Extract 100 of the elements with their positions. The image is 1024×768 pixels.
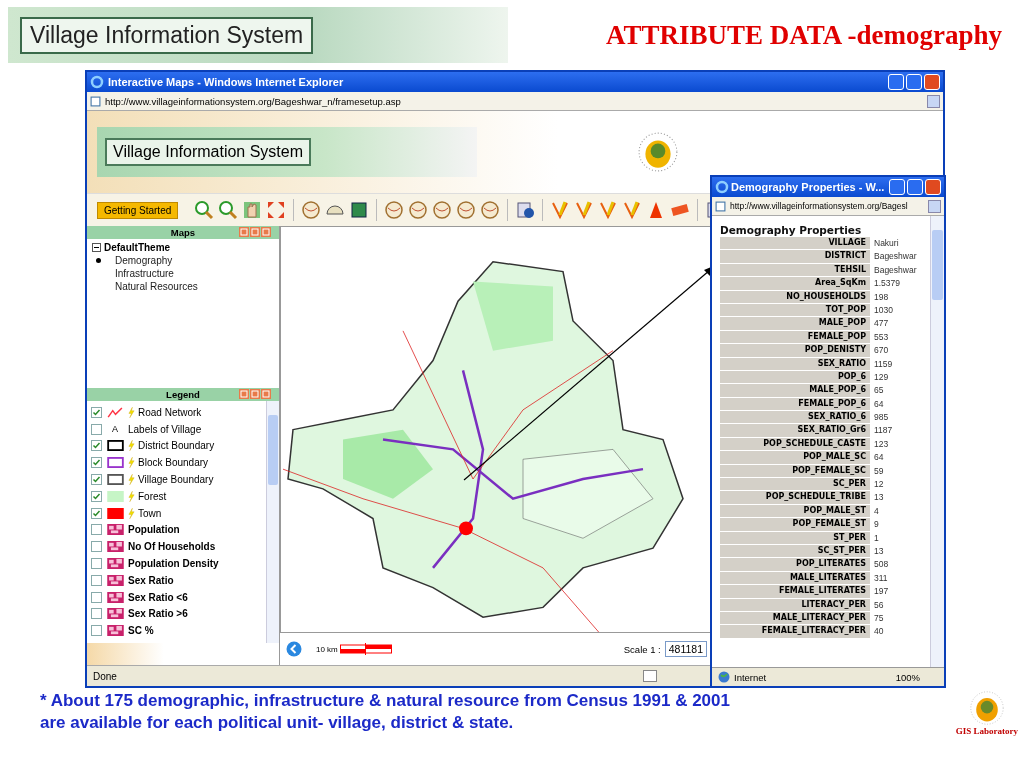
property-value: 1.5379 <box>870 277 920 290</box>
road-line-icon <box>106 406 124 418</box>
property-value: 13 <box>870 491 920 504</box>
outline-swatch-icon <box>106 457 124 469</box>
dropdown-button[interactable] <box>928 199 941 213</box>
zoom-in-icon[interactable] <box>218 200 239 220</box>
close-button[interactable] <box>925 179 941 195</box>
globe-icon[interactable] <box>456 200 477 220</box>
banner-title: Village Information System <box>20 16 314 54</box>
checkbox[interactable] <box>91 507 102 519</box>
scale-text: Scale 1 : <box>623 643 661 655</box>
legend-label: No Of Households <box>128 541 216 553</box>
property-name: POP_DENISTY <box>803 344 867 357</box>
theme-map-icon <box>106 524 124 536</box>
property-name: POP_LITERATES <box>795 558 867 571</box>
maximize-button[interactable] <box>907 179 923 195</box>
scale-bar-icon <box>339 643 392 655</box>
theme-map-icon <box>106 541 124 553</box>
checkbox[interactable] <box>91 591 102 603</box>
dropdown-button[interactable] <box>927 94 940 108</box>
checkbox[interactable] <box>91 574 102 586</box>
hand-icon[interactable] <box>242 200 263 220</box>
properties-heading: Demography Properties <box>720 224 863 236</box>
tree-item[interactable]: DefaultTheme <box>104 242 171 253</box>
tree-item[interactable]: Demography <box>115 255 173 266</box>
property-name: MALE_POP <box>817 317 867 330</box>
legend-label: SC % <box>128 625 154 637</box>
panel-title: Maps <box>170 227 196 238</box>
checkbox[interactable] <box>91 423 102 435</box>
legend-label: Labels of Village <box>128 423 202 435</box>
property-value: 65 <box>870 384 920 397</box>
getting-started-button[interactable]: Getting Started <box>97 201 179 219</box>
collapse-icon[interactable] <box>92 243 101 252</box>
property-name: DISTRICT <box>823 250 867 263</box>
property-name: FEMALE_LITERATES <box>777 585 867 598</box>
legend-label: Road Network <box>138 406 202 418</box>
checkbox[interactable] <box>91 541 102 553</box>
property-name: POP_FEMALE_ST <box>791 518 867 531</box>
checkbox[interactable] <box>91 524 102 536</box>
globe-icon[interactable] <box>384 200 405 220</box>
close-button[interactable] <box>924 74 940 90</box>
globe-icon[interactable] <box>480 200 501 220</box>
window-title: Interactive Maps - Windows Internet Explorer <box>108 76 344 88</box>
property-name: TEHSIL <box>833 263 867 276</box>
checkbox[interactable] <box>91 406 102 418</box>
browser-icon <box>715 180 729 194</box>
property-name: LITERACY_PER <box>800 598 867 611</box>
property-name: ST_PER <box>832 531 867 544</box>
legend-label: Block Boundary <box>138 457 209 469</box>
scale-field[interactable]: 481181 <box>664 641 707 657</box>
minimize-button[interactable] <box>888 74 904 90</box>
globe-icon[interactable] <box>408 200 429 220</box>
zoom-out-icon[interactable] <box>194 200 215 220</box>
zoom-level[interactable]: 100% <box>895 671 920 683</box>
property-value: 985 <box>870 411 920 424</box>
property-value: Nakuri <box>870 237 920 250</box>
legend-label: District Boundary <box>138 440 215 452</box>
pot-tree-logo-icon <box>637 131 679 173</box>
tree-item[interactable]: Natural Resources <box>115 281 198 292</box>
property-value: 670 <box>870 344 920 357</box>
page-status-icon <box>643 670 657 682</box>
theme-map-icon <box>106 591 124 603</box>
map-sheet-icon[interactable] <box>349 200 370 220</box>
lab-label: GIS Laboratory <box>955 726 1018 736</box>
maximize-button[interactable] <box>906 74 922 90</box>
outline-swatch-icon <box>106 440 124 452</box>
checkbox[interactable] <box>91 558 102 570</box>
legend-label: Population Density <box>128 558 219 570</box>
property-name: SC_ST_PER <box>816 545 867 557</box>
status-text: Done <box>93 670 117 682</box>
property-value: 9 <box>870 518 920 531</box>
scrollbar[interactable] <box>266 401 279 643</box>
label-symbol: A <box>112 424 118 435</box>
scrollbar[interactable] <box>930 216 944 667</box>
theme-map-icon <box>106 574 124 586</box>
tree-item[interactable]: Infrastructure <box>115 268 174 279</box>
property-name: TOT_POP <box>824 303 867 316</box>
checkbox[interactable] <box>91 440 102 452</box>
slide-title: ATTRIBUTE DATA -demography <box>605 19 1002 51</box>
site-title: Village Information System <box>105 138 311 166</box>
checkbox[interactable] <box>91 490 102 502</box>
property-name: NO_HOUSEHOLDS <box>785 290 867 303</box>
property-name: POP_FEMALE_SC <box>791 464 867 477</box>
checkbox[interactable] <box>91 457 102 469</box>
window-title: Demography Properties - W... <box>731 181 885 193</box>
checkbox[interactable] <box>91 608 102 620</box>
footnote: * About 175 demographic, infrastructure & natural resource from Census 1991 & 2001 are available for each political unit- village, district & state. <box>40 690 730 734</box>
property-name: SEX_RATIO <box>816 357 867 370</box>
theme-map-icon <box>106 558 124 570</box>
minimize-button[interactable] <box>889 179 905 195</box>
legend-label: Population <box>128 524 180 536</box>
property-name: SEX_RATIO_6 <box>807 411 867 424</box>
checkbox[interactable] <box>91 625 102 637</box>
checkbox[interactable] <box>91 474 102 486</box>
back-icon[interactable] <box>286 641 302 657</box>
arrows-icon[interactable] <box>266 200 287 220</box>
globe-icon[interactable] <box>432 200 453 220</box>
zone-text: Internet <box>734 671 767 683</box>
outline-swatch-icon <box>106 474 124 486</box>
property-name: FEMALE_POP <box>806 330 867 343</box>
